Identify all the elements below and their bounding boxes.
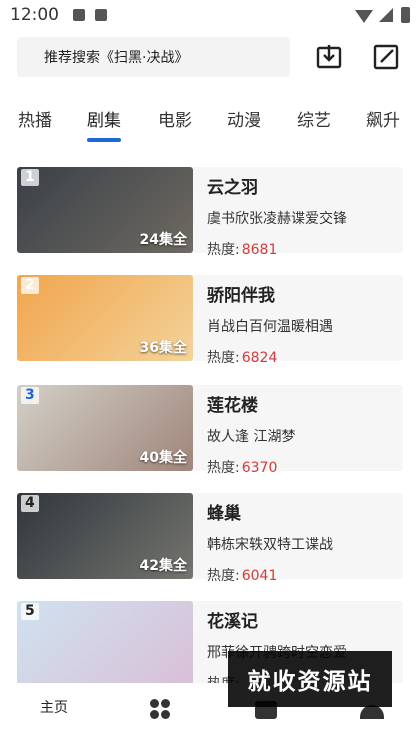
heat-line: 热度: 6370 [207, 457, 277, 477]
tab-variety[interactable]: 综艺 [297, 106, 331, 131]
episode-count: 24集全 [139, 232, 187, 248]
list-item[interactable]: 1 24集全 云之羽 虞书欣张凌赫谍爱交锋 热度: 8681 [17, 167, 403, 258]
rank-badge: 2 [21, 277, 39, 294]
heat-line: 热度: 6824 [207, 347, 277, 367]
item-description: 韩栋宋轶双特工谍战 [207, 537, 333, 553]
item-title: 花溪记 [207, 612, 258, 632]
status-bar: 12:00 [0, 0, 420, 30]
gallery-notification-icon [73, 9, 85, 21]
nav-home[interactable]: 主页 [40, 697, 68, 717]
status-time: 12:00 [10, 5, 59, 25]
download-icon[interactable] [315, 43, 343, 71]
item-description: 肖战白百何温暖相遇 [207, 319, 333, 335]
tab-series[interactable]: 剧集 [87, 106, 121, 131]
poster-thumbnail: 2 36集全 [17, 275, 193, 361]
edit-icon[interactable] [372, 43, 400, 71]
item-title: 云之羽 [207, 178, 258, 198]
heat-label: 热度: [207, 350, 240, 366]
rank-badge: 3 [21, 387, 39, 404]
episode-count: 42集全 [139, 558, 187, 574]
rank-badge: 4 [21, 495, 39, 512]
rank-badge: 5 [21, 603, 39, 620]
heat-value: 6370 [241, 460, 278, 476]
tab-rising[interactable]: 飙升 [366, 106, 400, 131]
heat-label: 热度: [207, 242, 240, 258]
list-item[interactable]: 2 36集全 骄阳伴我 肖战白百何温暖相遇 热度: 6824 [17, 275, 403, 366]
category-tabs: 热播 剧集 电影 动漫 综艺 飙升 [0, 98, 420, 144]
battery-icon [401, 7, 410, 23]
item-description: 虞书欣张凌赫谍爱交锋 [207, 211, 347, 227]
active-tab-indicator [87, 138, 121, 142]
tab-hot[interactable]: 热播 [18, 106, 52, 131]
heat-value: 6824 [241, 350, 278, 366]
heat-value: 8681 [241, 242, 278, 258]
tab-movie[interactable]: 电影 [158, 106, 192, 131]
tab-anime[interactable]: 动漫 [227, 106, 261, 131]
signal-icon [379, 8, 393, 22]
list-item[interactable]: 4 42集全 蜂巢 韩栋宋轶双特工谍战 热度: 6041 [17, 493, 403, 584]
item-title: 蜂巢 [207, 504, 241, 524]
app-notification-icon [95, 9, 107, 21]
list-item[interactable]: 3 40集全 莲花楼 故人逢 江湖梦 热度: 6370 [17, 385, 403, 476]
heat-line: 热度: 6041 [207, 565, 277, 585]
search-bar[interactable]: 推荐搜索《扫黑·决战》 [17, 37, 290, 77]
watermark-banner: 就收资源站 [228, 651, 392, 707]
category-grid-icon[interactable] [149, 698, 171, 720]
poster-thumbnail: 3 40集全 [17, 385, 193, 471]
heat-label: 热度: [207, 568, 240, 584]
heat-label: 热度: [207, 460, 240, 476]
wifi-icon [355, 10, 373, 23]
item-title: 骄阳伴我 [207, 286, 275, 306]
poster-thumbnail: 1 24集全 [17, 167, 193, 253]
episode-count: 40集全 [139, 450, 187, 466]
search-placeholder: 推荐搜索《扫黑·决战》 [44, 50, 189, 66]
rank-badge: 1 [21, 169, 39, 186]
heat-line: 热度: 8681 [207, 239, 277, 259]
item-description: 故人逢 江湖梦 [207, 429, 296, 445]
user-icon[interactable] [360, 705, 384, 719]
episode-count: 36集全 [139, 340, 187, 356]
poster-thumbnail: 5 [17, 601, 193, 687]
item-title: 莲花楼 [207, 396, 258, 416]
heat-value: 6041 [241, 568, 278, 584]
poster-thumbnail: 4 42集全 [17, 493, 193, 579]
